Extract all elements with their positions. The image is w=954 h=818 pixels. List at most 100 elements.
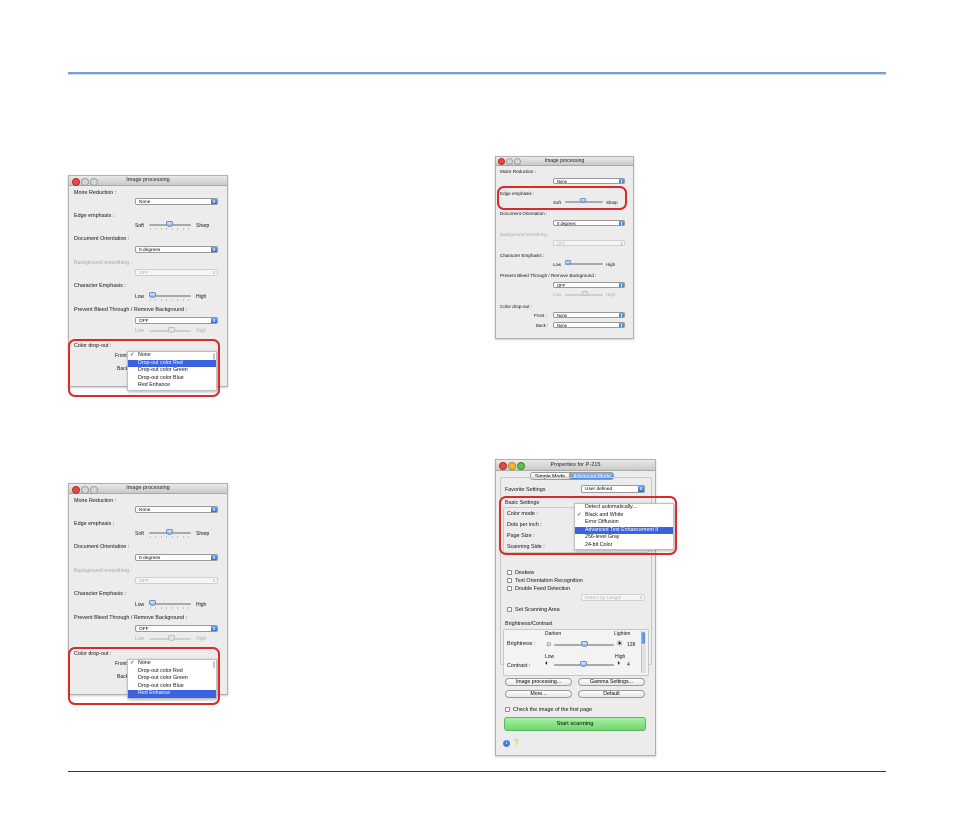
more-button[interactable]: More... <box>505 690 572 698</box>
scrollbar-thumb[interactable] <box>641 632 645 644</box>
edge-slider-knob[interactable] <box>166 221 173 227</box>
image-processing-button[interactable]: Image processing... <box>505 678 572 686</box>
edge-emphasis-label: Edge emphasis : <box>74 521 115 527</box>
double-feed-value: Detect by Length <box>585 596 622 601</box>
bg-smoothing-label: Background smoothing : <box>74 568 133 574</box>
edge-emphasis-label: Edge emphasis : <box>74 213 115 219</box>
high-label: High <box>196 602 207 608</box>
bleed-label: Prevent Bleed Through / Remove Backgroun… <box>500 273 597 278</box>
orientation-select[interactable]: 0 degrees ⬍ <box>135 246 218 253</box>
start-scanning-button[interactable]: Start scanning <box>504 717 646 731</box>
bleed-value: OFF <box>557 283 566 288</box>
zoom-button[interactable] <box>90 485 98 494</box>
brightness-label: Brightness : <box>507 641 536 647</box>
image-processing-window-small: Image processing Moire Reduction : None ⬍… <box>495 156 634 339</box>
window-title: Image processing <box>126 485 170 491</box>
low-label: Low <box>135 328 145 334</box>
moire-value: None <box>557 179 568 184</box>
orientation-select[interactable]: 0 degrees ⬍ <box>135 554 218 561</box>
sharp-label: Sharp <box>196 531 210 537</box>
contrast-value: 4 <box>627 662 630 668</box>
moire-select[interactable]: None ⬍ <box>135 198 218 205</box>
orientation-value: 0 degrees <box>139 556 161 561</box>
low-label: Low <box>135 602 145 608</box>
bg-smoothing-select: OFF ⬍ <box>135 269 218 276</box>
highlight-box <box>497 186 627 210</box>
moire-label: Moire Reduction : <box>74 190 117 196</box>
lighten-label: Lighten <box>614 631 631 637</box>
close-button[interactable] <box>72 177 80 186</box>
favorite-label: Favorite Settings <box>505 487 546 493</box>
front-dropout-value: None <box>557 313 568 318</box>
close-button[interactable] <box>498 158 505 165</box>
select-arrows-icon: ⬍ <box>211 507 217 512</box>
minimize-button[interactable] <box>506 158 513 165</box>
orientation-label: Document Orientation : <box>500 211 548 216</box>
bg-smoothing-value: OFF <box>557 241 566 246</box>
select-arrows-icon: ⬍ <box>211 199 217 204</box>
high-label: High <box>196 636 207 642</box>
darken-sun-icon: ☼ <box>545 639 553 648</box>
bleed-select[interactable]: OFF ⬍ <box>135 317 218 324</box>
edge-slider-ticks <box>150 228 190 230</box>
text-orientation-checkbox[interactable] <box>507 578 512 583</box>
back-dropout-value: None <box>557 323 568 328</box>
edge-slider-knob[interactable] <box>166 529 173 535</box>
minimize-button[interactable] <box>81 177 89 186</box>
select-arrows-icon: ⬍ <box>211 247 217 252</box>
favorite-select[interactable]: User defined ⬍ <box>581 485 645 493</box>
bleed-select[interactable]: OFF ⬍ <box>553 282 625 288</box>
char-slider-ticks <box>150 299 190 301</box>
default-button[interactable]: Default <box>578 690 645 698</box>
char-emphasis-label: Character Emphasis : <box>74 591 126 597</box>
info-icon[interactable]: i <box>503 740 510 747</box>
set-scanning-area-checkbox[interactable] <box>507 607 512 612</box>
moire-value: None <box>139 200 151 205</box>
close-button[interactable] <box>499 462 507 470</box>
char-slider-knob[interactable] <box>149 600 156 606</box>
bleed-slider-knob <box>168 635 175 641</box>
back-dropout-select[interactable]: None ⬍ <box>553 322 625 328</box>
brightness-value: 128 <box>627 642 636 648</box>
help-icon[interactable]: ? <box>514 738 518 747</box>
sharp-label: Sharp <box>196 223 210 229</box>
select-arrows-icon: ⬍ <box>619 179 624 184</box>
minimize-button[interactable] <box>508 462 516 470</box>
check-first-page-checkbox[interactable] <box>505 707 510 712</box>
bleed-select[interactable]: OFF ⬍ <box>135 625 218 632</box>
brightness-contrast-label: Brightness/Contrast <box>505 621 553 627</box>
orientation-select[interactable]: 0 degrees ⬍ <box>553 220 625 226</box>
deskew-checkbox[interactable] <box>507 570 512 575</box>
bleed-value: OFF <box>139 319 149 324</box>
char-emphasis-label: Character Emphasis : <box>500 253 545 258</box>
dropout-label: Color drop-out : <box>500 304 532 309</box>
gamma-settings-button[interactable]: Gamma Settings... <box>578 678 645 686</box>
zoom-button[interactable] <box>514 158 521 165</box>
zoom-button[interactable] <box>517 462 525 470</box>
bleed-slider-knob <box>168 327 175 333</box>
highlight-box <box>68 647 220 705</box>
darken-label: Darken <box>545 631 562 637</box>
edge-slider-ticks <box>150 536 190 538</box>
window-title: Image processing <box>544 158 585 164</box>
double-feed-label: Double Feed Detection <box>515 586 571 592</box>
highlight-box <box>68 339 220 397</box>
char-slider-knob[interactable] <box>149 292 156 298</box>
minimize-button[interactable] <box>81 485 89 494</box>
front-dropout-select[interactable]: None ⬍ <box>553 312 625 318</box>
bleed-label: Prevent Bleed Through / Remove Backgroun… <box>74 615 188 621</box>
double-feed-checkbox[interactable] <box>507 586 512 591</box>
orientation-value: 0 degrees <box>557 221 576 226</box>
select-arrows-icon: ⬍ <box>211 555 217 560</box>
select-arrows-icon: ⬍ <box>211 626 217 631</box>
zoom-button[interactable] <box>90 177 98 186</box>
moire-select[interactable]: None ⬍ <box>553 178 625 184</box>
low-label: Low <box>135 294 145 300</box>
close-button[interactable] <box>72 485 80 494</box>
moire-select[interactable]: None ⬍ <box>135 506 218 513</box>
select-arrows-icon: ⬍ <box>619 323 624 328</box>
orientation-label: Document Orientation : <box>74 236 130 242</box>
check-first-page-label: Check the image of the first page <box>513 707 593 713</box>
select-arrows-icon: ⬍ <box>619 221 624 226</box>
set-scanning-area-label: Set Scanning Area <box>515 607 560 613</box>
